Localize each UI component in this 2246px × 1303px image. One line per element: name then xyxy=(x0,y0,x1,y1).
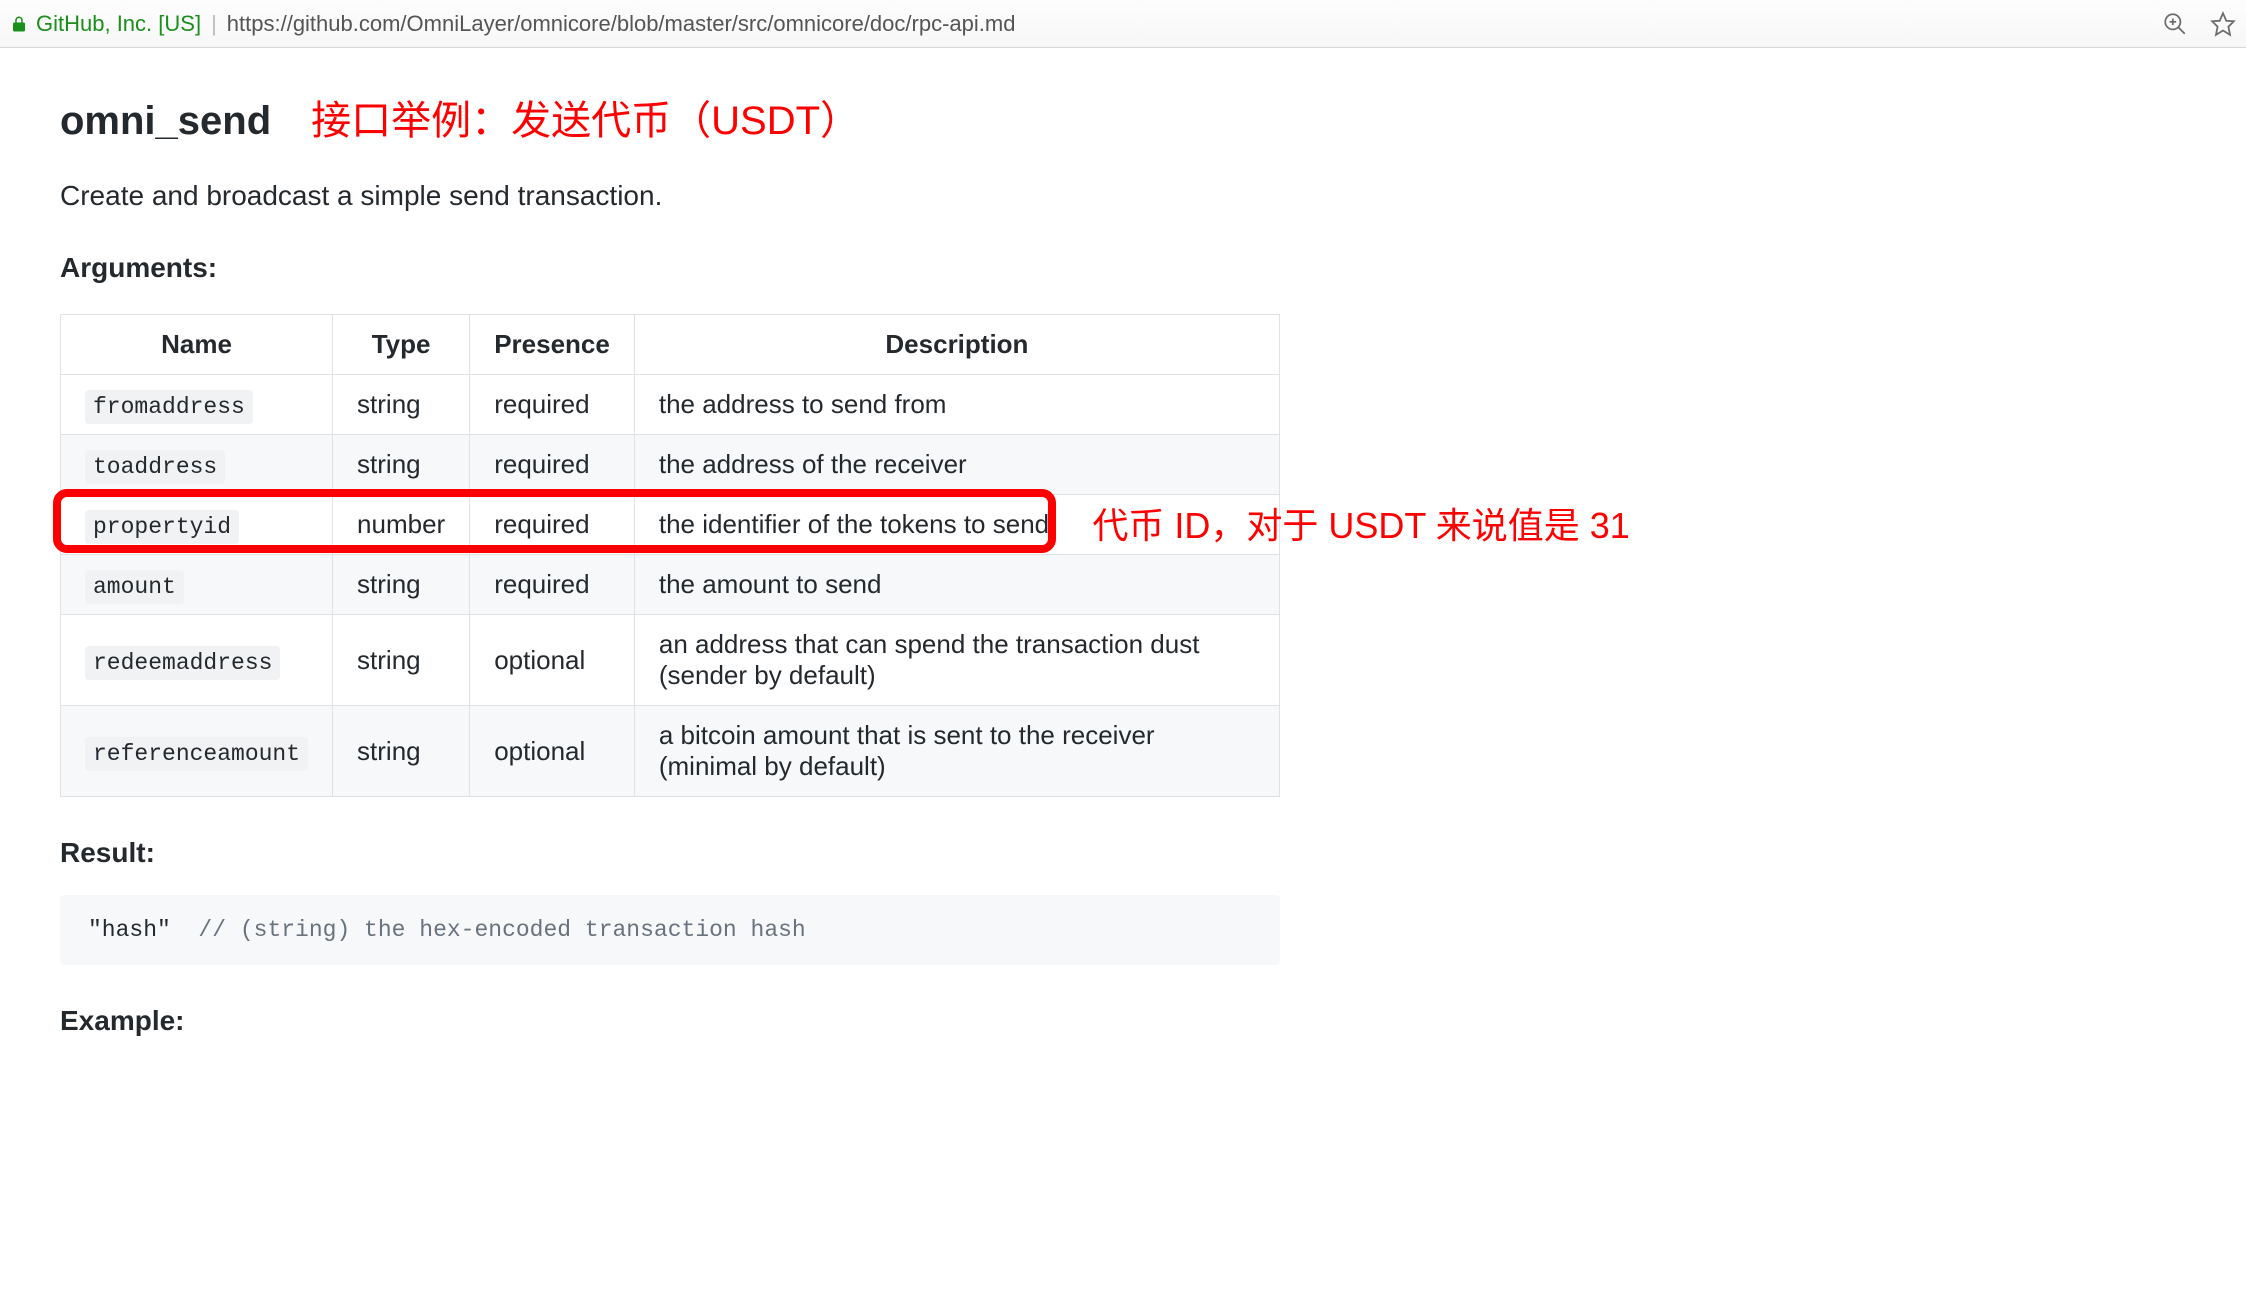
arg-presence: required xyxy=(470,495,635,555)
result-code-block: "hash" // (string) the hex-encoded trans… xyxy=(60,895,1280,965)
arguments-table: Name Type Presence Description fromaddre… xyxy=(60,314,1280,797)
document-content: omni_send 接口举例：发送代币（USDT） Create and bro… xyxy=(0,48,2246,1097)
address-bar-left: GitHub, Inc. [US] | https://github.com/O… xyxy=(10,11,2154,37)
arg-name: amount xyxy=(85,570,184,604)
result-comment: // (string) the hex-encoded transaction … xyxy=(171,917,806,943)
arg-type: string xyxy=(333,435,470,495)
table-row: redeemaddress string optional an address… xyxy=(61,615,1280,706)
title-annotation: 接口举例：发送代币（USDT） xyxy=(311,88,860,146)
api-title: omni_send xyxy=(60,99,271,144)
arg-description: a bitcoin amount that is sent to the rec… xyxy=(634,706,1279,797)
address-url[interactable]: https://github.com/OmniLayer/omnicore/bl… xyxy=(227,11,1016,37)
arg-presence: optional xyxy=(470,615,635,706)
arg-type: string xyxy=(333,615,470,706)
arg-presence: required xyxy=(470,555,635,615)
table-row: toaddress string required the address of… xyxy=(61,435,1280,495)
arg-presence: required xyxy=(470,435,635,495)
zoom-icon[interactable] xyxy=(2162,11,2188,37)
row-annotation: 代币 ID，对于 USDT 来说值是 31 xyxy=(1092,497,1629,549)
table-header-row: Name Type Presence Description xyxy=(61,315,1280,375)
bookmark-star-icon[interactable] xyxy=(2210,11,2236,37)
arg-name: referenceamount xyxy=(85,737,308,771)
site-identity-label: GitHub, Inc. [US] xyxy=(36,11,201,37)
address-bar-right xyxy=(2162,11,2236,37)
arg-presence: optional xyxy=(470,706,635,797)
arguments-table-wrap: Name Type Presence Description fromaddre… xyxy=(60,314,2246,797)
arg-description: the address to send from xyxy=(634,375,1279,435)
lock-icon xyxy=(10,15,28,33)
title-row: omni_send 接口举例：发送代币（USDT） xyxy=(60,88,2246,146)
arg-type: string xyxy=(333,706,470,797)
col-presence: Presence xyxy=(470,315,635,375)
result-hash-literal: "hash" xyxy=(88,917,171,943)
address-separator: | xyxy=(209,11,219,37)
arg-name: toaddress xyxy=(85,450,225,484)
arg-type: number xyxy=(333,495,470,555)
table-row: amount string required the amount to sen… xyxy=(61,555,1280,615)
arg-description: the address of the receiver xyxy=(634,435,1279,495)
col-description: Description xyxy=(634,315,1279,375)
browser-address-bar: GitHub, Inc. [US] | https://github.com/O… xyxy=(0,0,2246,48)
table-row: referenceamount string optional a bitcoi… xyxy=(61,706,1280,797)
arg-presence: required xyxy=(470,375,635,435)
col-type: Type xyxy=(333,315,470,375)
arg-name: fromaddress xyxy=(85,390,253,424)
arguments-heading: Arguments: xyxy=(60,252,2246,284)
api-description: Create and broadcast a simple send trans… xyxy=(60,180,2246,212)
arg-name: propertyid xyxy=(85,510,239,544)
arg-description: an address that can spend the transactio… xyxy=(634,615,1279,706)
arg-type: string xyxy=(333,375,470,435)
table-row: fromaddress string required the address … xyxy=(61,375,1280,435)
arg-description: the amount to send xyxy=(634,555,1279,615)
col-name: Name xyxy=(61,315,333,375)
example-heading: Example: xyxy=(60,1005,2246,1037)
result-heading: Result: xyxy=(60,837,2246,869)
arg-type: string xyxy=(333,555,470,615)
arg-name: redeemaddress xyxy=(85,646,280,680)
